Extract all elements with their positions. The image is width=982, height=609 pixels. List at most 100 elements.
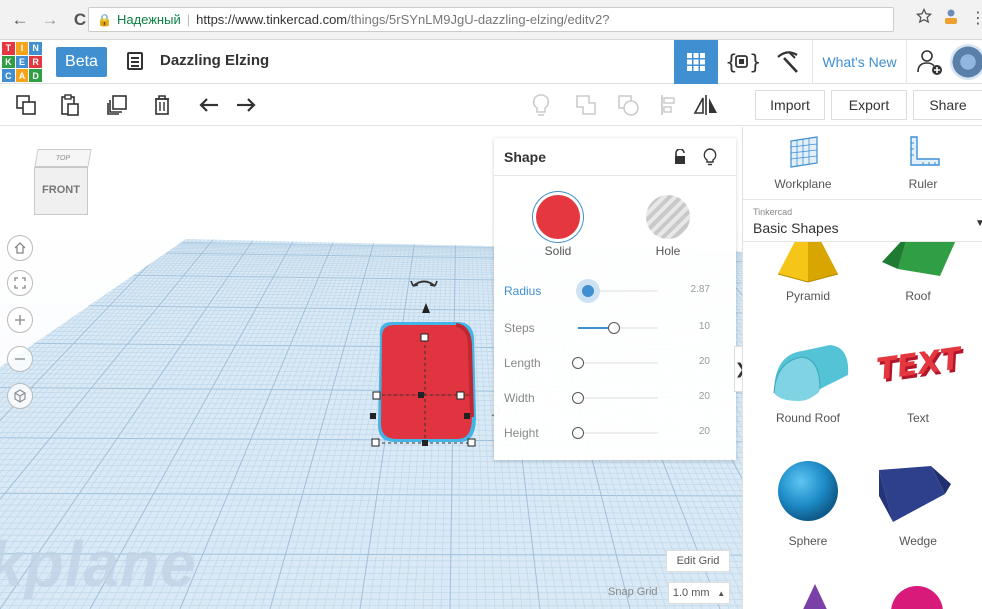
logo-letter: C	[2, 69, 15, 82]
mirror-button[interactable]	[690, 90, 722, 120]
lightbulb-icon[interactable]	[702, 148, 718, 166]
browser-menu-icon[interactable]: ⋮	[970, 8, 982, 28]
3d-design-view-button[interactable]	[674, 40, 718, 84]
param-label: Width	[504, 391, 535, 405]
shape-palette: Pyramid Roof Round Roof TEXT TEXT Text S…	[743, 242, 982, 609]
design-title[interactable]: Dazzling Elzing	[160, 52, 269, 69]
param-row-height[interactable]: Height 20	[494, 420, 736, 446]
undo-button[interactable]	[193, 90, 225, 120]
add-user-icon[interactable]	[916, 48, 944, 76]
fit-view-button[interactable]	[7, 270, 33, 296]
zoom-out-button[interactable]	[7, 346, 33, 372]
param-slider-knob[interactable]	[572, 357, 584, 369]
duplicate-button[interactable]	[101, 90, 133, 120]
snap-grid-select[interactable]: 1.0 mm ▲	[668, 582, 730, 604]
param-row-width[interactable]: Width 20	[494, 385, 736, 411]
codeblocks-button[interactable]: {}	[720, 40, 764, 84]
solid-label: Solid	[544, 244, 572, 258]
delete-button[interactable]	[146, 90, 178, 120]
whats-new-link[interactable]: What's New	[812, 40, 907, 84]
param-slider-knob[interactable]	[572, 427, 584, 439]
tinkercad-logo[interactable]: T I N K E R C A D	[0, 40, 44, 84]
param-slider-knob[interactable]	[608, 322, 620, 334]
minecraft-export-button[interactable]	[766, 40, 810, 84]
wedge-icon	[879, 466, 951, 522]
solid-button[interactable]	[536, 195, 580, 239]
param-row-length[interactable]: Length 20	[494, 350, 736, 376]
shape-tile-sphere[interactable]: Sphere	[753, 450, 863, 560]
address-bar[interactable]: 🔒 Надежный | https://www.tinkercad.com/t…	[88, 7, 894, 32]
paste-button[interactable]	[54, 90, 86, 120]
design-list-icon[interactable]	[127, 52, 143, 70]
param-row-steps[interactable]: Steps 10	[494, 315, 736, 341]
undo-icon	[199, 98, 218, 112]
edit-toolbar: Import Export Share	[0, 84, 982, 126]
shape-tile-text[interactable]: TEXT TEXT Text	[863, 327, 973, 437]
user-avatar[interactable]	[950, 44, 982, 80]
copy-button[interactable]	[10, 90, 42, 120]
param-slider[interactable]	[572, 427, 658, 439]
shape-tile-roof[interactable]: Roof	[863, 242, 973, 314]
beta-badge[interactable]: Beta	[56, 47, 107, 77]
param-slider-knob[interactable]	[572, 392, 584, 404]
param-value[interactable]: 20	[699, 356, 710, 367]
cone-icon[interactable]	[795, 578, 835, 609]
redo-icon	[237, 98, 256, 112]
home-view-button[interactable]	[7, 235, 33, 261]
import-button[interactable]: Import	[755, 90, 825, 120]
library-select[interactable]: Basic Shapes	[753, 220, 839, 236]
trash-icon	[155, 95, 169, 115]
hole-button[interactable]	[646, 195, 690, 239]
paraboloid-icon[interactable]	[889, 580, 945, 609]
home-icon	[14, 242, 26, 254]
shape-tile-wedge[interactable]: Wedge	[863, 450, 973, 560]
shape-tile-pyramid[interactable]: Pyramid	[753, 242, 863, 314]
text-shape-icon: TEXT TEXT	[875, 341, 965, 390]
param-value[interactable]: 20	[699, 426, 710, 437]
view-cube[interactable]: TOP FRONT	[32, 149, 92, 217]
export-button[interactable]: Export	[831, 90, 907, 120]
edit-grid-button[interactable]: Edit Grid	[666, 550, 730, 572]
view-cube-front[interactable]: FRONT	[34, 167, 88, 215]
sphere-icon	[778, 461, 838, 521]
group-button[interactable]	[570, 90, 602, 120]
view-cube-top[interactable]: TOP	[34, 149, 92, 167]
perspective-toggle-button[interactable]	[7, 383, 33, 409]
param-value[interactable]: 20	[699, 391, 710, 402]
workplane-icon	[790, 136, 818, 168]
fit-icon	[14, 277, 26, 289]
shape-tile-round-roof[interactable]: Round Roof	[753, 327, 863, 437]
group-icon	[576, 95, 596, 115]
extension-icon[interactable]	[942, 8, 960, 26]
param-row-radius[interactable]: Radius 2.87	[494, 278, 736, 304]
share-button[interactable]: Share	[913, 90, 982, 120]
workplane-tool[interactable]: Workplane	[743, 127, 863, 199]
duplicate-icon	[107, 95, 127, 115]
param-value[interactable]: 2.87	[691, 284, 710, 295]
hole-label: Hole	[655, 244, 681, 258]
param-slider[interactable]	[572, 392, 658, 404]
lock-icon: 🔒	[97, 12, 112, 27]
redo-button[interactable]	[230, 90, 262, 120]
lock-icon[interactable]	[672, 149, 688, 165]
forward-button[interactable]: →	[40, 10, 60, 30]
align-button[interactable]	[653, 90, 685, 120]
cube-icon	[14, 389, 26, 403]
param-slider[interactable]	[578, 285, 658, 297]
reload-button[interactable]: C	[70, 10, 90, 30]
address-separator: |	[186, 12, 191, 27]
back-button[interactable]: ←	[10, 10, 30, 30]
param-label: Radius	[504, 284, 542, 298]
param-value[interactable]: 10	[699, 321, 710, 332]
param-slider[interactable]	[572, 357, 658, 369]
chevron-down-icon[interactable]: ▼	[975, 218, 982, 229]
show-all-button[interactable]	[525, 90, 557, 120]
align-icon	[661, 95, 675, 115]
selected-box-shape[interactable]	[360, 267, 510, 452]
bookmark-star-icon[interactable]	[916, 8, 932, 24]
zoom-in-button[interactable]	[7, 307, 33, 333]
ungroup-button[interactable]	[612, 90, 644, 120]
param-slider[interactable]	[578, 322, 658, 334]
param-slider-knob[interactable]	[581, 285, 594, 297]
ruler-tool[interactable]: Ruler	[863, 127, 982, 199]
